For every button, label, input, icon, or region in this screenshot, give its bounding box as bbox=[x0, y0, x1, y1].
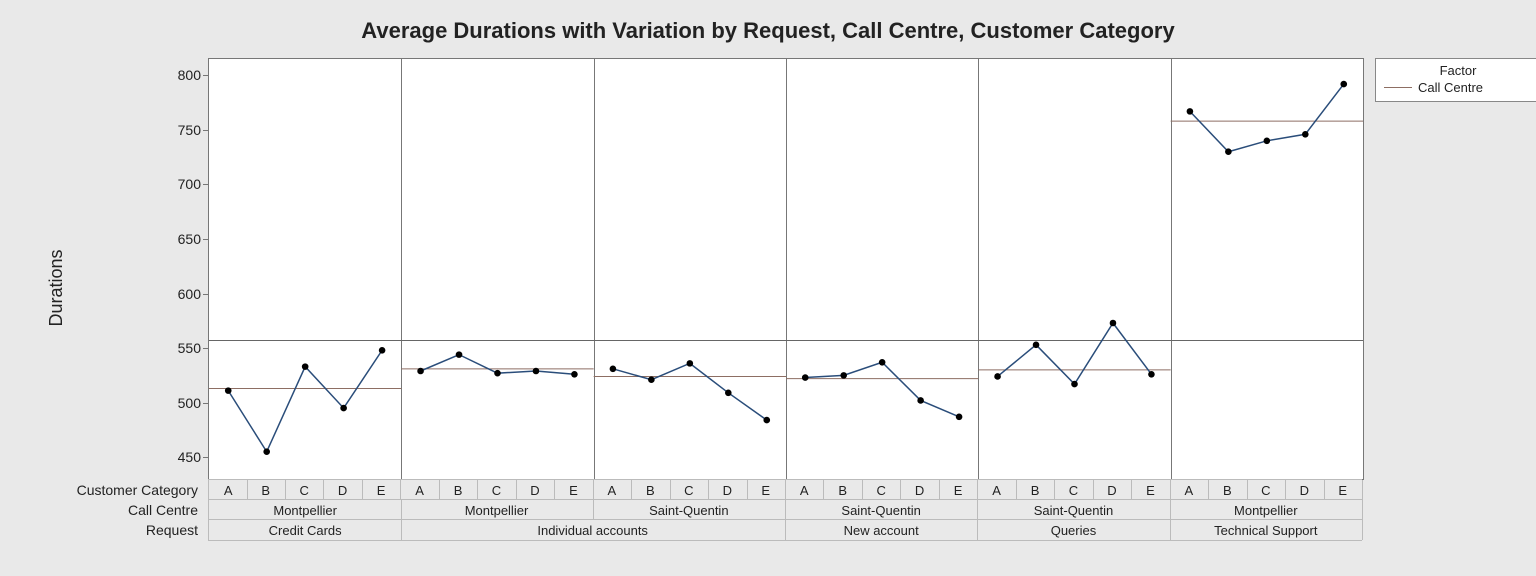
category-cell: E bbox=[747, 480, 786, 500]
chart-container: Average Durations with Variation by Requ… bbox=[0, 0, 1536, 576]
y-tick-label: 450 bbox=[178, 449, 201, 465]
category-cell: A bbox=[208, 480, 248, 500]
category-cell: E bbox=[1324, 480, 1363, 500]
category-cell: E bbox=[362, 480, 401, 500]
data-point bbox=[417, 368, 424, 375]
data-point bbox=[879, 359, 886, 366]
data-point bbox=[1225, 148, 1232, 155]
centre-cell: Montpellier bbox=[400, 500, 593, 520]
category-cell: B bbox=[246, 480, 285, 500]
data-point bbox=[225, 387, 232, 394]
data-point bbox=[263, 448, 270, 455]
category-cell: C bbox=[670, 480, 709, 500]
y-tick-label: 500 bbox=[178, 395, 201, 411]
category-cell: A bbox=[977, 480, 1016, 500]
data-point bbox=[1264, 138, 1271, 145]
category-cell: D bbox=[323, 480, 362, 500]
category-cell: E bbox=[939, 480, 978, 500]
centre-cell: Montpellier bbox=[208, 500, 402, 520]
category-cell: E bbox=[554, 480, 593, 500]
axis-strip-centre: Call Centre MontpellierMontpellierSaint-… bbox=[208, 499, 1362, 520]
chart-title: Average Durations with Variation by Requ… bbox=[0, 0, 1536, 44]
data-point bbox=[1340, 81, 1347, 88]
centre-cell: Saint-Quentin bbox=[593, 500, 786, 520]
y-tick-label: 800 bbox=[178, 67, 201, 83]
category-cell: B bbox=[823, 480, 862, 500]
data-point bbox=[571, 371, 578, 378]
category-cell: D bbox=[900, 480, 939, 500]
axis-header-request: Request bbox=[146, 522, 198, 538]
data-point bbox=[1302, 131, 1309, 138]
plot-svg bbox=[209, 59, 1363, 479]
axis-strip-request: Request Credit CardsIndividual accountsN… bbox=[208, 519, 1362, 541]
data-point bbox=[494, 370, 501, 377]
data-point bbox=[379, 347, 386, 354]
series-line bbox=[805, 362, 959, 417]
y-tick-label: 550 bbox=[178, 340, 201, 356]
category-cell: D bbox=[1093, 480, 1132, 500]
data-point bbox=[763, 417, 770, 424]
centre-cell: Montpellier bbox=[1170, 500, 1363, 520]
centre-cell: Saint-Quentin bbox=[977, 500, 1170, 520]
legend: Factor Call Centre bbox=[1375, 58, 1536, 102]
data-point bbox=[1187, 108, 1194, 115]
category-cell: B bbox=[631, 480, 670, 500]
series-line bbox=[998, 323, 1152, 384]
legend-line-icon bbox=[1384, 87, 1412, 88]
data-point bbox=[648, 376, 655, 383]
category-cell: E bbox=[1131, 480, 1170, 500]
data-point bbox=[610, 366, 617, 373]
data-point bbox=[302, 363, 309, 370]
axis-header-centre: Call Centre bbox=[128, 502, 198, 518]
data-point bbox=[1148, 371, 1155, 378]
data-point bbox=[687, 360, 694, 367]
data-point bbox=[340, 405, 347, 412]
request-cell: New account bbox=[785, 520, 978, 540]
y-tick-label: 650 bbox=[178, 231, 201, 247]
category-cell: D bbox=[708, 480, 747, 500]
category-cell: B bbox=[1208, 480, 1247, 500]
data-point bbox=[840, 372, 847, 379]
category-cell: C bbox=[1054, 480, 1093, 500]
centre-cell: Saint-Quentin bbox=[785, 500, 978, 520]
legend-item: Call Centre bbox=[1384, 80, 1532, 95]
category-cell: A bbox=[400, 480, 439, 500]
category-cell: C bbox=[477, 480, 516, 500]
data-point bbox=[1071, 381, 1078, 388]
axis-strip-category: Customer Category ABCDEABCDEABCDEABCDEAB… bbox=[208, 479, 1362, 500]
category-cell: A bbox=[593, 480, 632, 500]
data-point bbox=[802, 374, 809, 381]
category-cell: A bbox=[785, 480, 824, 500]
data-point bbox=[456, 351, 463, 358]
series-line bbox=[613, 363, 767, 420]
request-cell: Individual accounts bbox=[400, 520, 786, 540]
data-point bbox=[1110, 320, 1117, 327]
legend-item-label: Call Centre bbox=[1418, 80, 1483, 95]
data-point bbox=[1033, 342, 1040, 349]
request-cell: Queries bbox=[977, 520, 1170, 540]
category-cell: C bbox=[1247, 480, 1286, 500]
category-cell: D bbox=[516, 480, 555, 500]
data-point bbox=[917, 397, 924, 404]
category-cell: C bbox=[862, 480, 901, 500]
y-tick-label: 600 bbox=[178, 286, 201, 302]
y-axis-label: Durations bbox=[46, 249, 67, 326]
category-cell: C bbox=[285, 480, 324, 500]
category-cell: B bbox=[1016, 480, 1055, 500]
data-point bbox=[994, 373, 1001, 380]
data-point bbox=[956, 414, 963, 421]
category-cell: B bbox=[439, 480, 478, 500]
data-point bbox=[533, 368, 540, 375]
category-cell: A bbox=[1170, 480, 1209, 500]
data-point bbox=[725, 390, 732, 397]
legend-title: Factor bbox=[1384, 63, 1532, 80]
axis-header-category: Customer Category bbox=[77, 482, 198, 498]
plot-area: 450500550600650700750800 bbox=[208, 58, 1364, 480]
y-tick-label: 750 bbox=[178, 122, 201, 138]
request-cell: Credit Cards bbox=[208, 520, 402, 540]
category-cell: D bbox=[1285, 480, 1324, 500]
y-tick-label: 700 bbox=[178, 176, 201, 192]
request-cell: Technical Support bbox=[1170, 520, 1363, 540]
